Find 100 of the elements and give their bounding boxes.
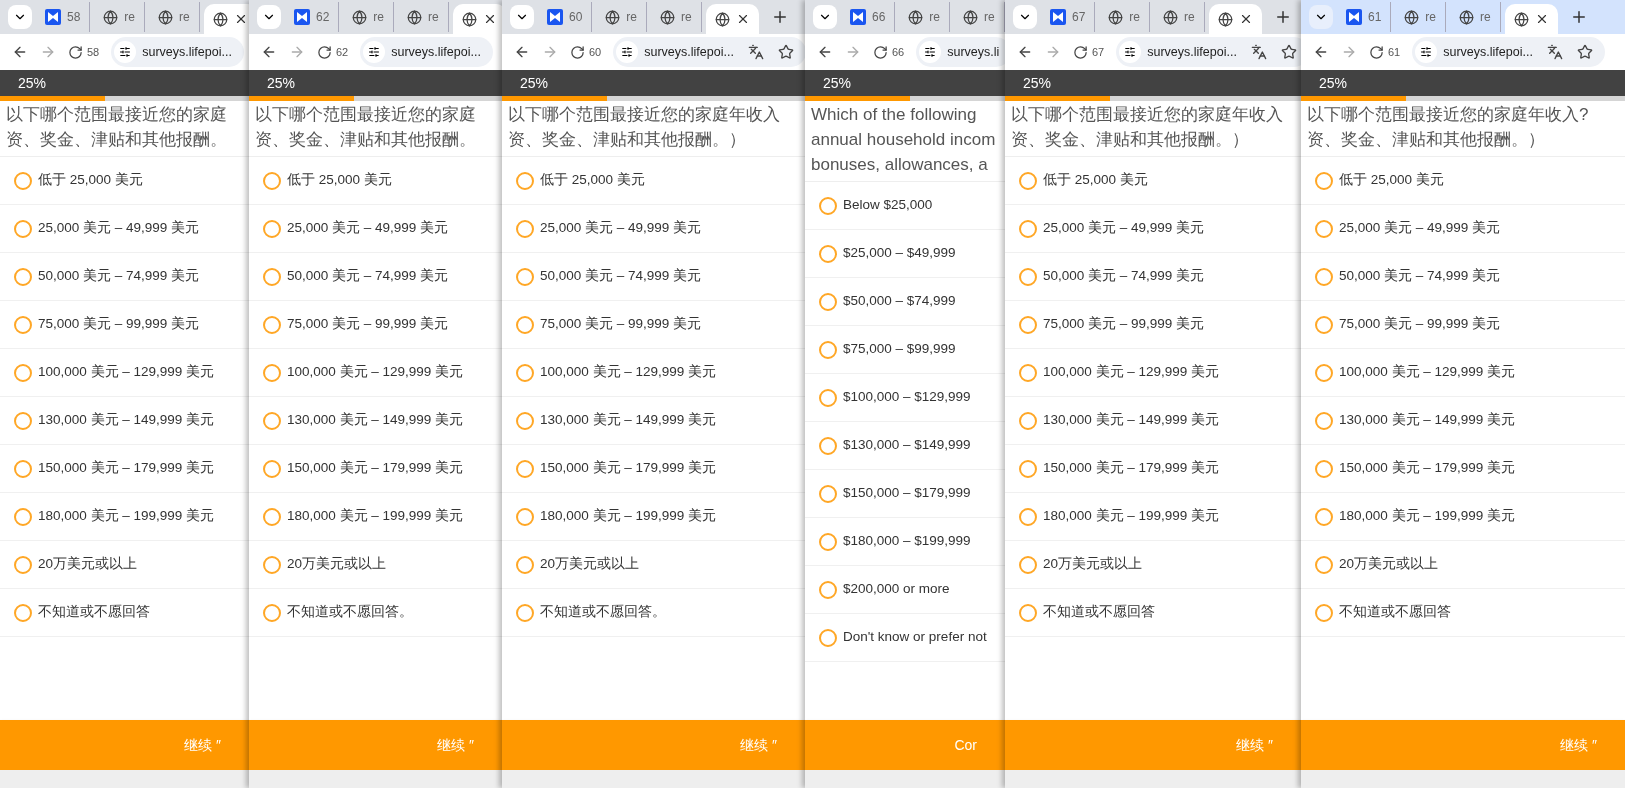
radio-button[interactable] [263,219,281,238]
browser-tab[interactable]: 58 [36,2,91,32]
radio-button[interactable] [14,411,32,430]
reload-icon[interactable] [873,44,888,60]
address-bar[interactable]: surveys.lifepoi... [1412,37,1605,67]
browser-tab[interactable]: re [1450,2,1501,32]
reload-icon[interactable] [1369,44,1384,60]
radio-button[interactable] [1315,315,1333,334]
radio-button[interactable] [516,507,534,526]
tab-search-button[interactable] [257,5,281,29]
radio-button[interactable] [516,603,534,622]
radio-button[interactable] [819,388,837,407]
radio-button[interactable] [1019,411,1037,430]
radio-button[interactable] [14,555,32,574]
radio-button[interactable] [819,244,837,263]
radio-button[interactable] [819,580,837,599]
radio-button[interactable] [14,171,32,190]
radio-button[interactable] [516,555,534,574]
radio-button[interactable] [1315,363,1333,382]
browser-tab[interactable]: 60 [538,2,593,32]
tab-search-button[interactable] [1309,5,1333,29]
browser-tab[interactable]: re [899,2,951,32]
answer-option[interactable]: 50,000 美元 – 74,999 美元 [1301,253,1625,301]
address-bar[interactable]: surveys.lifepoi... [111,37,244,67]
translate-icon[interactable] [747,44,764,60]
radio-button[interactable] [1019,363,1037,382]
site-info-icon[interactable] [616,41,639,63]
radio-button[interactable] [819,196,837,215]
radio-button[interactable] [1019,219,1037,238]
browser-tab[interactable] [1208,4,1262,34]
forward-icon[interactable] [40,44,56,60]
radio-button[interactable] [1019,315,1037,334]
browser-tab[interactable]: re [651,2,702,32]
radio-button[interactable] [516,267,534,286]
radio-button[interactable] [14,267,32,286]
answer-option[interactable]: 不知道或不愿回答 [1301,589,1625,637]
browser-tab[interactable]: re [94,2,146,32]
radio-button[interactable] [14,459,32,478]
tab-search-button[interactable] [510,5,534,29]
radio-button[interactable] [516,219,534,238]
browser-tab[interactable] [452,4,502,34]
radio-button[interactable] [1315,459,1333,478]
radio-button[interactable] [263,267,281,286]
answer-option[interactable]: 低于 25,000 美元 [1301,157,1625,205]
radio-button[interactable] [263,603,281,622]
forward-icon[interactable] [1045,44,1061,60]
bookmark-star-icon[interactable] [1280,44,1297,60]
radio-button[interactable] [14,363,32,382]
forward-icon[interactable] [289,44,305,60]
browser-tab[interactable]: re [954,2,1005,32]
address-bar[interactable]: surveys.lifepoi... [360,37,493,67]
translate-icon[interactable] [1250,44,1267,60]
browser-tab[interactable]: re [343,2,395,32]
forward-icon[interactable] [542,44,558,60]
radio-button[interactable] [516,171,534,190]
radio-button[interactable] [1315,171,1333,190]
tab-search-button[interactable] [1013,5,1037,29]
browser-tab[interactable]: re [1099,2,1151,32]
site-info-icon[interactable] [1119,41,1142,63]
back-icon[interactable] [261,44,277,60]
answer-option[interactable]: 130,000 美元 – 149,999 美元 [1301,397,1625,445]
radio-button[interactable] [263,363,281,382]
radio-button[interactable] [819,484,837,503]
radio-button[interactable] [263,171,281,190]
back-icon[interactable] [1313,44,1329,60]
bookmark-star-icon[interactable] [1576,44,1593,60]
browser-tab[interactable]: 62 [285,2,340,32]
radio-button[interactable] [263,555,281,574]
answer-option[interactable]: 150,000 美元 – 179,999 美元 [1301,445,1625,493]
answer-option[interactable]: 75,000 美元 – 99,999 美元 [1301,301,1625,349]
answer-option[interactable]: 20万美元或以上 [1301,541,1625,589]
radio-button[interactable] [14,315,32,334]
browser-tab[interactable]: 61 [1337,2,1392,32]
address-bar[interactable]: surveys.lifepoi... [613,37,805,67]
address-bar[interactable]: surveys.lifepoi... [1116,37,1301,67]
radio-button[interactable] [1315,411,1333,430]
radio-button[interactable] [819,436,837,455]
radio-button[interactable] [1315,555,1333,574]
radio-button[interactable] [819,532,837,551]
site-info-icon[interactable] [919,41,942,63]
back-icon[interactable] [1017,44,1033,60]
answer-option[interactable]: 100,000 美元 – 129,999 美元 [1301,349,1625,397]
site-info-icon[interactable] [1415,41,1438,63]
browser-tab[interactable]: re [398,2,449,32]
back-icon[interactable] [12,44,28,60]
radio-button[interactable] [14,603,32,622]
forward-icon[interactable] [845,44,861,60]
browser-tab[interactable]: 67 [1041,2,1096,32]
radio-button[interactable] [263,411,281,430]
radio-button[interactable] [14,219,32,238]
radio-button[interactable] [1019,459,1037,478]
browser-tab[interactable]: re [149,2,200,32]
site-info-icon[interactable] [363,41,386,63]
radio-button[interactable] [263,507,281,526]
radio-button[interactable] [819,292,837,311]
browser-tab[interactable]: 66 [841,2,896,32]
address-bar[interactable]: surveys.li [916,37,1005,67]
back-icon[interactable] [817,44,833,60]
bookmark-star-icon[interactable] [777,44,794,60]
radio-button[interactable] [1315,267,1333,286]
